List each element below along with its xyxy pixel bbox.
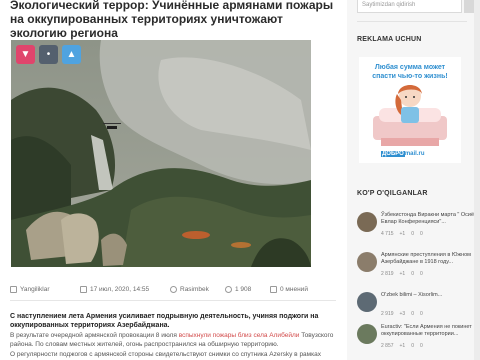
thumbnail (357, 292, 377, 312)
likes-count: +1 (399, 271, 406, 277)
search-input[interactable]: Saytimizdan qidirish (357, 0, 462, 13)
comments-count: 0 (420, 271, 423, 277)
thumbnail (357, 252, 377, 272)
counter-icon: • (46, 49, 51, 60)
thumbnail (357, 324, 377, 344)
comment-icon (270, 286, 277, 293)
list-item-title[interactable]: Euractiv: "Если Армения не покинет оккуп… (381, 324, 477, 337)
article-title: Экологический террор: Учинённые армянами… (10, 0, 334, 40)
thumbs-up-icon: ▲ (66, 49, 77, 60)
meta-author: Rasimbek (170, 286, 225, 293)
dislike-button[interactable]: ▼ (16, 45, 35, 64)
paragraph-text: В результате очередной армянской провока… (10, 332, 179, 339)
like-button[interactable]: ▲ (62, 45, 81, 64)
list-item-title[interactable]: Ўзбекистонда Виракни марта " Осиё Евлар … (381, 212, 477, 225)
ad-heading: REKLAMA UCHUN (357, 36, 422, 43)
page: Экологический террор: Учинённые армянами… (0, 0, 480, 360)
scrollbar[interactable] (474, 0, 480, 360)
comments-count: 0 (420, 311, 423, 317)
sidebar-divider (357, 21, 467, 22)
comments-count: 0 (420, 343, 423, 349)
views-count: 2 857 (381, 343, 394, 349)
meta-date: 17 июл, 2020, 14:55 (80, 286, 170, 293)
list-item-stats: 2 819 +1 0 0 (381, 271, 477, 277)
list-item-stats: 2 857 +1 0 0 (381, 343, 477, 349)
most-read-heading: KO'P O'QILGANLAR (357, 190, 428, 197)
user-icon (170, 286, 177, 293)
eye-icon (225, 286, 232, 293)
logo-rest: mail.ru (404, 151, 425, 157)
dobro-logo: ДОБРОmail.ru (381, 151, 425, 157)
ad-text: Любая сумма может спасти чью-то жизнь! (372, 64, 448, 80)
main-column: Экологический террор: Учинённые армянами… (0, 0, 338, 360)
list-item[interactable]: Euractiv: "Если Армения не покинет оккуп… (357, 324, 479, 356)
calendar-icon (80, 286, 87, 293)
dislikes-count: 0 (411, 231, 414, 237)
meta-comments: 0 мнений (270, 286, 325, 293)
girl-illustration (373, 85, 447, 146)
list-item-title[interactable]: O'zbek bilimi – Xisorlim... (381, 292, 477, 299)
fire-news-link[interactable]: вспыхнули пожары близ села Алибейли (179, 332, 300, 339)
article-photo (11, 40, 311, 267)
thumbnail (357, 212, 377, 232)
views-count: 2 819 (381, 271, 394, 277)
comments-count[interactable]: 0 мнений (280, 286, 308, 293)
date-text: 17 июл, 2020, 14:55 (90, 286, 150, 293)
article-paragraph-2: О регулярности поджогов с армянской стор… (10, 351, 321, 358)
author-link[interactable]: Rasimbek (180, 286, 209, 293)
divider (10, 300, 336, 301)
article-paragraph-1: В результате очередной армянской провока… (10, 331, 335, 349)
views-count: 1 908 (235, 286, 252, 293)
views-count: 2 919 (381, 311, 394, 317)
likes-count: +1 (399, 231, 406, 237)
comments-count: 0 (420, 231, 423, 237)
views-count: 4 715 (381, 231, 394, 237)
list-item-stats: 2 919 +3 0 0 (381, 311, 477, 317)
article-meta-bar: Yangiliklar 17 июл, 2020, 14:55 Rasimbek… (10, 281, 336, 298)
list-item-stats: 4 715 +1 0 0 (381, 231, 477, 237)
dislikes-count: 0 (411, 271, 414, 277)
logo-box: ДОБРО (381, 151, 405, 157)
likes-count: +1 (399, 343, 406, 349)
list-item[interactable]: O'zbek bilimi – Xisorlim... 2 919 +3 0 0 (357, 292, 479, 324)
dislikes-count: 0 (411, 343, 414, 349)
list-item-title[interactable]: Армянские преступления в Южном Азербайдж… (381, 252, 477, 265)
list-item[interactable]: Армянские преступления в Южном Азербайдж… (357, 252, 479, 284)
list-item[interactable]: Ўзбекистонда Виракни марта " Осиё Евлар … (357, 212, 479, 244)
meta-category: Yangiliklar (10, 286, 80, 293)
category-link[interactable]: Yangiliklar (20, 286, 50, 293)
likes-count: +3 (399, 311, 406, 317)
reaction-buttons: ▼ • ▲ (16, 45, 81, 64)
thumbs-down-icon: ▼ (20, 49, 31, 60)
sidebar: Saytimizdan qidirish REKLAMA UCHUN Любая… (347, 0, 480, 360)
rating-counter-button[interactable]: • (39, 45, 58, 64)
meta-views: 1 908 (225, 286, 270, 293)
dislikes-count: 0 (411, 311, 414, 317)
wildfire-photo (11, 40, 311, 267)
folder-icon (10, 286, 17, 293)
ad-banner[interactable]: Любая сумма может спасти чью-то жизнь! Д… (359, 57, 461, 163)
article-lead: С наступлением лета Армения усиливает по… (10, 313, 319, 329)
